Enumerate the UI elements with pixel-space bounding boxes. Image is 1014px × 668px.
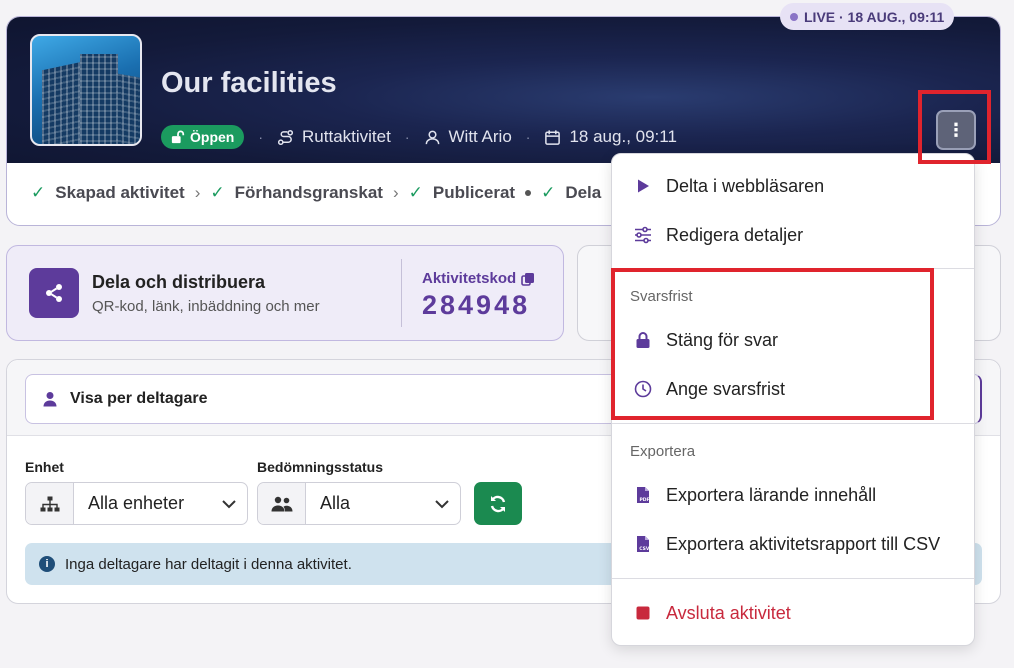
more-options-menu: Delta i webbläsaren Redigera detaljer Sv… bbox=[611, 153, 975, 646]
menu-item-edit-details[interactable]: Redigera detaljer bbox=[612, 211, 974, 259]
menu-item-label: Redigera detaljer bbox=[666, 224, 804, 245]
kebab-icon: ⋮ bbox=[947, 119, 965, 140]
check-icon: ✓ bbox=[541, 183, 556, 202]
menu-item-label: Delta i webbläsaren bbox=[666, 175, 825, 196]
check-icon: ✓ bbox=[408, 183, 423, 202]
menu-item-play-in-browser[interactable]: Delta i webbläsaren bbox=[612, 162, 974, 210]
view-per-participant-label: Visa per deltagare bbox=[70, 390, 208, 407]
divider bbox=[401, 259, 402, 327]
live-status-text: LIVE · 18 AUG., 09:11 bbox=[804, 8, 945, 25]
page-root: LIVE · 18 AUG., 09:11 Our facilities Öpp… bbox=[0, 0, 1014, 668]
menu-item-label: Ange svarsfrist bbox=[666, 378, 786, 399]
sliders-icon bbox=[635, 226, 651, 244]
menu-item-label: Avsluta aktivitet bbox=[666, 602, 791, 623]
share-subtitle: QR-kod, länk, inbäddning och mer bbox=[92, 298, 320, 315]
activity-meta: Öppen · Ruttaktivitet · Witt Ario · 18 a… bbox=[161, 125, 677, 149]
pdf-file-icon: PDF bbox=[637, 487, 650, 503]
check-icon: ✓ bbox=[210, 183, 225, 202]
stop-icon bbox=[636, 606, 650, 620]
check-icon: ✓ bbox=[31, 183, 46, 202]
activity-code: 284948 bbox=[422, 290, 531, 320]
menu-item-close-for-answers[interactable]: Stäng för svar bbox=[612, 316, 974, 364]
activity-title: Our facilities bbox=[161, 67, 337, 99]
hierarchy-icon bbox=[26, 483, 74, 524]
step-label: Förhandsgranskat bbox=[234, 183, 383, 202]
chevron-down-icon bbox=[424, 496, 460, 512]
live-dot-icon bbox=[790, 12, 798, 21]
copy-icon[interactable] bbox=[521, 272, 535, 286]
route-icon bbox=[277, 129, 294, 145]
menu-item-label: Exportera lärande innehåll bbox=[666, 484, 877, 505]
activity-owner: Witt Ario bbox=[424, 127, 512, 147]
bullet-icon bbox=[525, 190, 532, 196]
activity-thumbnail bbox=[30, 34, 142, 146]
menu-divider bbox=[612, 578, 974, 579]
chevron-right-icon: › bbox=[392, 183, 399, 202]
info-icon: i bbox=[39, 556, 55, 572]
step-label: Dela bbox=[565, 183, 602, 202]
lock-icon bbox=[636, 332, 650, 348]
person-icon bbox=[43, 392, 57, 407]
clock-icon bbox=[634, 380, 652, 398]
status-badge: Öppen bbox=[161, 125, 245, 149]
step-label: Publicerat bbox=[432, 183, 516, 202]
progress-steps: ✓ Skapad aktivitet › ✓ Förhandsgranskat … bbox=[31, 183, 601, 203]
live-status-pill: LIVE · 18 AUG., 09:11 bbox=[780, 3, 955, 30]
step-label: Skapad aktivitet bbox=[55, 183, 185, 202]
deadline-section-header: Svarsfrist bbox=[630, 288, 693, 305]
refresh-icon bbox=[490, 495, 506, 512]
assessment-status-select[interactable]: Alla bbox=[257, 482, 461, 525]
more-options-button[interactable]: ⋮ bbox=[936, 110, 976, 150]
menu-item-end-activity[interactable]: Avsluta aktivitet bbox=[612, 589, 974, 637]
owner-text: Witt Ario bbox=[448, 127, 512, 146]
menu-item-export-csv[interactable]: CSV Exportera aktivitetsrapport till CSV bbox=[612, 520, 974, 568]
activity-type: Ruttaktivitet bbox=[277, 127, 391, 147]
menu-item-set-deadline[interactable]: Ange svarsfrist bbox=[612, 365, 974, 413]
activity-code-label[interactable]: Aktivitetskod bbox=[422, 270, 535, 287]
user-icon bbox=[425, 130, 439, 144]
svg-text:CSV: CSV bbox=[639, 546, 650, 552]
menu-item-export-learning-content[interactable]: PDF Exportera lärande innehåll bbox=[612, 471, 974, 519]
menu-item-label: Exportera aktivitetsrapport till CSV bbox=[666, 533, 941, 554]
play-icon bbox=[638, 179, 649, 193]
activity-type-text: Ruttaktivitet bbox=[302, 127, 391, 146]
group-icon bbox=[258, 483, 306, 524]
menu-divider bbox=[612, 423, 974, 424]
activity-date: 18 aug., 09:11 bbox=[544, 127, 677, 147]
date-text: 18 aug., 09:11 bbox=[569, 127, 677, 146]
refresh-button[interactable] bbox=[474, 482, 522, 525]
chevron-down-icon bbox=[211, 496, 247, 512]
svg-text:PDF: PDF bbox=[640, 497, 650, 503]
menu-item-label: Stäng för svar bbox=[666, 329, 779, 350]
hero-banner: Our facilities Öppen · Ruttaktivitet · W… bbox=[7, 17, 1000, 163]
unit-select[interactable]: Alla enheter bbox=[25, 482, 248, 525]
share-icon bbox=[29, 268, 79, 318]
code-label-text: Aktivitetskod bbox=[422, 270, 517, 287]
calendar-icon bbox=[545, 129, 561, 145]
unit-select-value: Alla enheter bbox=[88, 493, 185, 513]
unlock-icon bbox=[171, 130, 185, 144]
status-text: Öppen bbox=[190, 129, 235, 145]
unit-filter-label: Enhet bbox=[25, 459, 64, 475]
assessment-status-label: Bedömningsstatus bbox=[257, 459, 384, 475]
share-title: Dela och distribuera bbox=[92, 272, 266, 292]
assessment-status-value: Alla bbox=[320, 493, 351, 513]
chevron-right-icon: › bbox=[194, 183, 201, 202]
csv-file-icon: CSV bbox=[637, 536, 650, 552]
info-text: Inga deltagare har deltagit i denna akti… bbox=[65, 555, 352, 573]
export-section-header: Exportera bbox=[630, 443, 696, 460]
menu-divider bbox=[612, 268, 974, 269]
share-card[interactable]: Dela och distribuera QR-kod, länk, inbäd… bbox=[6, 245, 564, 341]
